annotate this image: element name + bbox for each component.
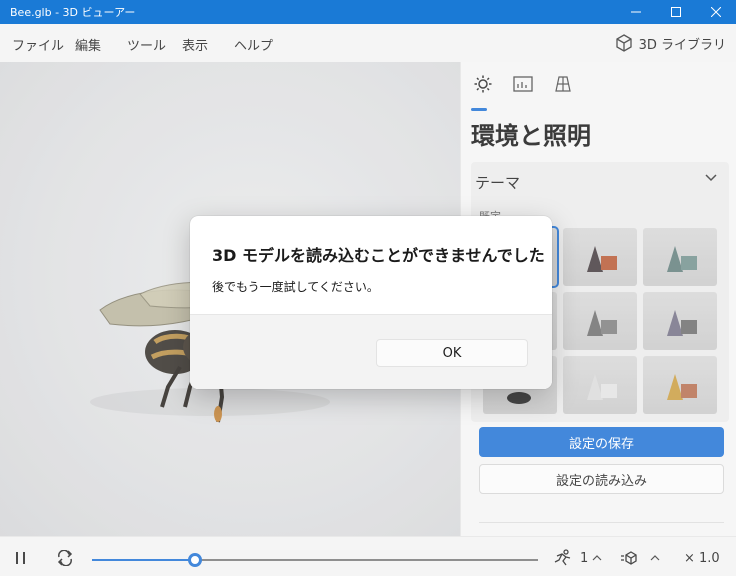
minimize-button[interactable] bbox=[616, 0, 656, 24]
dialog-message: 後でもう一度試してください。 bbox=[212, 280, 379, 294]
dialog-footer: OK bbox=[190, 314, 552, 389]
ok-button[interactable]: OK bbox=[376, 339, 528, 367]
dialog-title: 3D モデルを読み込むことができませんでした bbox=[212, 246, 545, 265]
maximize-icon bbox=[671, 7, 681, 17]
window-title: Bee.glb - 3D ビューアー bbox=[10, 6, 136, 19]
maximize-button[interactable] bbox=[656, 0, 696, 24]
close-icon bbox=[711, 7, 721, 17]
close-button[interactable] bbox=[696, 0, 736, 24]
minimize-icon bbox=[631, 11, 641, 13]
error-dialog: 3D モデルを読み込むことができませんでした 後でもう一度試してください。 OK bbox=[190, 216, 552, 389]
title-bar: Bee.glb - 3D ビューアー bbox=[0, 0, 736, 24]
